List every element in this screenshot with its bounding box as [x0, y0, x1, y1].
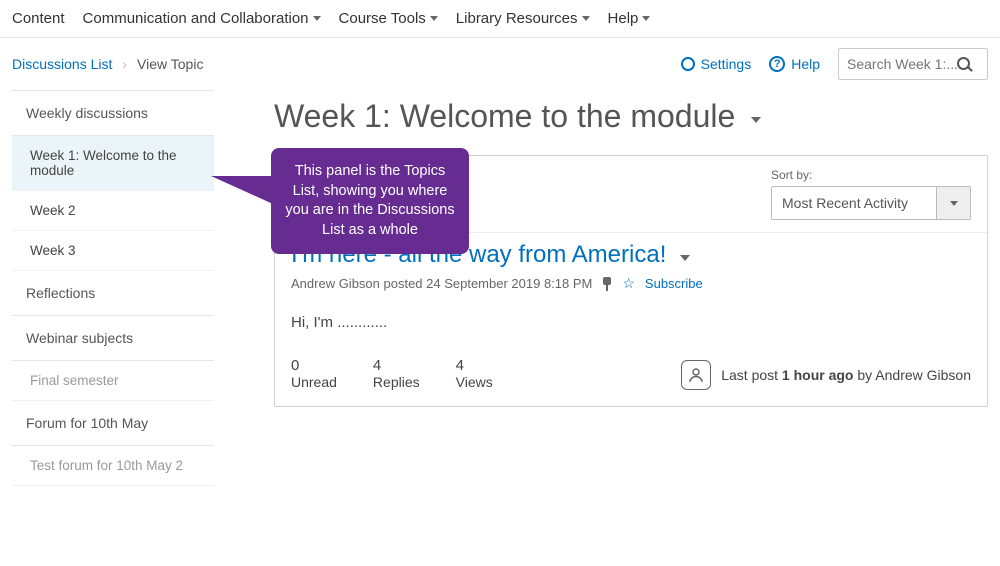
nav-content[interactable]: Content	[12, 10, 65, 27]
chevron-right-icon: ›	[122, 56, 127, 72]
top-nav: Content Communication and Collaboration …	[0, 0, 1000, 38]
sort-dropdown[interactable]: Most Recent Activity	[771, 186, 971, 220]
chevron-down-icon	[950, 201, 958, 206]
subscribe-link[interactable]: Subscribe	[645, 276, 703, 291]
sidebar-item-testforum[interactable]: Test forum for 10th May 2	[12, 446, 214, 486]
crumb-current: View Topic	[137, 56, 203, 72]
search-input[interactable]	[847, 56, 957, 72]
search-box[interactable]	[838, 48, 988, 80]
sidebar-item-week3[interactable]: Week 3	[12, 231, 214, 271]
nav-course-tools[interactable]: Course Tools	[339, 10, 438, 27]
breadcrumb: Discussions List › View Topic	[12, 56, 203, 72]
page-title[interactable]: Week 1: Welcome to the module	[274, 90, 988, 155]
thread-meta-text: Andrew Gibson posted 24 September 2019 8…	[291, 276, 592, 291]
avatar-icon	[681, 360, 711, 390]
chevron-down-icon	[313, 16, 321, 21]
chevron-down-icon	[680, 255, 690, 261]
stat-views: 4Views	[456, 357, 493, 390]
help-icon: ?	[769, 56, 785, 72]
sidebar-head-weekly[interactable]: Weekly discussions	[12, 91, 214, 136]
chevron-down-icon	[642, 16, 650, 21]
pin-icon	[602, 277, 612, 291]
chevron-down-icon	[430, 16, 438, 21]
nav-library[interactable]: Library Resources	[456, 10, 590, 27]
nav-communication[interactable]: Communication and Collaboration	[83, 10, 321, 27]
thread-snippet: Hi, I'm ............	[291, 314, 971, 331]
settings-link[interactable]: Settings	[681, 56, 752, 72]
stat-unread: 0Unread	[291, 357, 337, 390]
sidebar-head-reflections[interactable]: Reflections	[12, 271, 214, 316]
nav-help[interactable]: Help	[608, 10, 651, 27]
sidebar-item-week1[interactable]: Week 1: Welcome to the module	[12, 136, 214, 191]
search-icon[interactable]	[957, 57, 971, 71]
star-icon[interactable]: ☆	[622, 275, 635, 292]
crumb-discussions-list[interactable]: Discussions List	[12, 56, 112, 72]
chevron-down-icon	[751, 117, 761, 123]
tutorial-callout: This panel is the Topics List, showing y…	[271, 148, 469, 254]
chevron-down-icon	[582, 16, 590, 21]
gear-icon	[681, 57, 695, 71]
last-post-info: Last post 1 hour ago by Andrew Gibson	[681, 360, 971, 390]
topics-sidebar: Weekly discussions Week 1: Welcome to th…	[12, 90, 214, 486]
sidebar-item-week2[interactable]: Week 2	[12, 191, 214, 231]
sidebar-head-forum10[interactable]: Forum for 10th May	[12, 401, 214, 446]
stat-replies: 4Replies	[373, 357, 420, 390]
help-link[interactable]: ? Help	[769, 56, 820, 72]
sort-label: Sort by:	[771, 168, 971, 182]
sidebar-head-webinar[interactable]: Webinar subjects	[12, 316, 214, 361]
sidebar-item-final[interactable]: Final semester	[12, 361, 214, 401]
